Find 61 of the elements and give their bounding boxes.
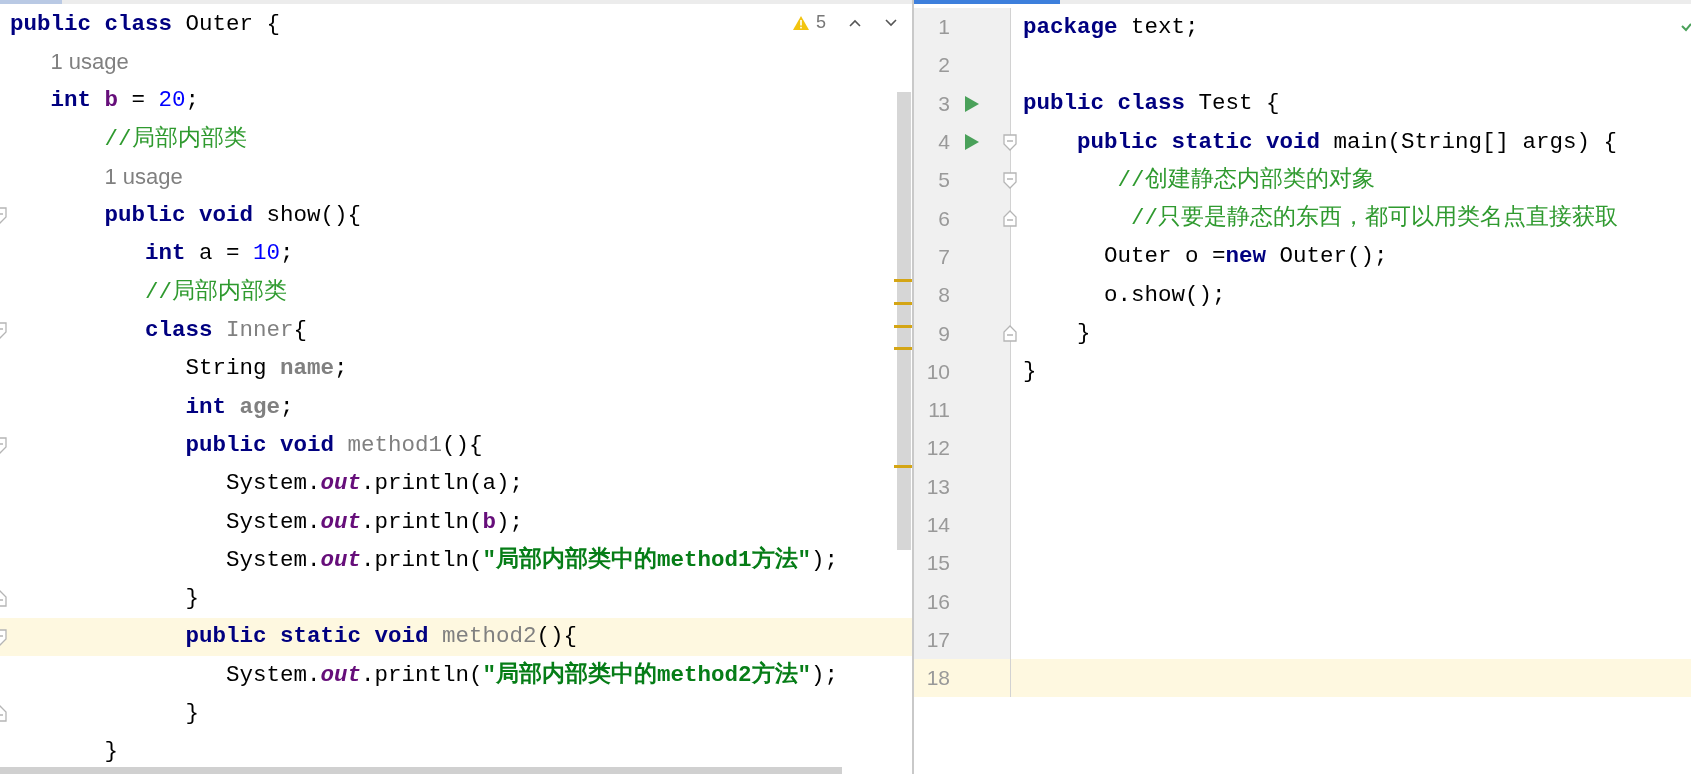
code-line: System.out.println(a); bbox=[226, 470, 524, 498]
code-line: String name; bbox=[185, 355, 348, 383]
line-number: 16 bbox=[925, 589, 950, 614]
line-number: 13 bbox=[925, 474, 950, 499]
code-line: int a = 10; bbox=[145, 240, 294, 268]
code-line: public void method1(){ bbox=[185, 431, 483, 459]
fold-icon[interactable] bbox=[1003, 210, 1017, 228]
line-number: 1 bbox=[937, 15, 950, 40]
fold-icon[interactable] bbox=[1003, 172, 1017, 190]
run-icon[interactable] bbox=[964, 133, 980, 152]
line-number: 8 bbox=[937, 283, 950, 308]
line-number: 10 bbox=[925, 359, 950, 384]
code-line: } bbox=[1077, 320, 1091, 347]
chevron-down-icon[interactable] bbox=[884, 17, 898, 28]
warning-icon[interactable] bbox=[792, 14, 810, 31]
chevron-up-icon[interactable] bbox=[848, 17, 862, 28]
line-number: 12 bbox=[925, 436, 950, 461]
code-line: class Inner{ bbox=[145, 317, 308, 344]
code-line: public class Outer { bbox=[10, 10, 281, 38]
line-number: 2 bbox=[937, 53, 950, 78]
code-line: package text; bbox=[1023, 13, 1199, 41]
scrollbar-thumb[interactable] bbox=[897, 92, 911, 550]
horizontal-scrollbar-thumb[interactable] bbox=[0, 767, 842, 774]
code-line: //局部内部类 bbox=[104, 125, 247, 153]
code-line: public static void method2(){ bbox=[185, 623, 578, 651]
code-line: //创建静态内部类的对象 bbox=[1117, 166, 1375, 194]
code-line: Outer o =new Outer(); bbox=[1104, 243, 1388, 271]
line-number: 15 bbox=[925, 551, 950, 576]
code-line: } bbox=[185, 700, 199, 727]
run-icon[interactable] bbox=[964, 94, 980, 113]
code-line: int age; bbox=[185, 393, 294, 421]
code-line: //局部内部类 bbox=[145, 278, 287, 306]
line-number: 5 bbox=[937, 168, 950, 193]
code-line: } bbox=[104, 738, 118, 766]
line-number: 4 bbox=[937, 130, 950, 155]
line-number: 11 bbox=[927, 398, 950, 423]
code-line: public class Test { bbox=[1023, 90, 1280, 118]
fold-icon[interactable] bbox=[1003, 133, 1017, 151]
warning-count[interactable]: 5 bbox=[816, 12, 826, 33]
line-number: 7 bbox=[937, 244, 950, 269]
code-line: System.out.println(b); bbox=[226, 508, 524, 536]
line-number: 17 bbox=[925, 627, 950, 652]
code-line: public void show(){ bbox=[104, 202, 362, 230]
code-line: public static void main(String[] args) { bbox=[1077, 128, 1618, 156]
line-number: 9 bbox=[937, 321, 950, 346]
code-line: //只要是静态的东西，都可以用类名点直接获取 bbox=[1131, 205, 1618, 233]
line-number: 3 bbox=[937, 91, 950, 116]
usage-hint[interactable]: 1 usage bbox=[50, 49, 129, 76]
fold-icon[interactable] bbox=[1003, 325, 1017, 343]
line-number: 14 bbox=[925, 513, 950, 537]
line-number: 18 bbox=[925, 666, 950, 691]
code-line: System.out.println("局部内部类中的method1方法"); bbox=[226, 546, 839, 574]
code-line: } bbox=[1023, 358, 1037, 386]
code-line: o.show(); bbox=[1104, 281, 1226, 309]
code-line: System.out.println("局部内部类中的method2方法"); bbox=[226, 661, 839, 689]
code-line: int b = 20; bbox=[50, 87, 200, 115]
tab-indicator bbox=[0, 0, 62, 4]
code-line: } bbox=[185, 585, 199, 613]
line-number: 6 bbox=[937, 206, 950, 231]
check-icon[interactable] bbox=[1681, 22, 1691, 32]
usage-hint[interactable]: 1 usage bbox=[104, 164, 183, 191]
